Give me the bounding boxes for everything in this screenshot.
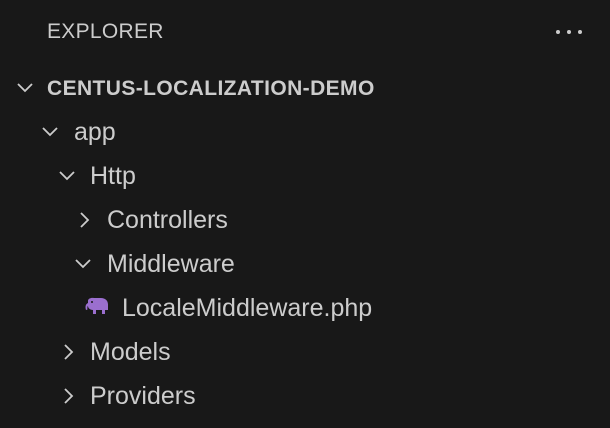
chevron-down-icon — [15, 78, 35, 98]
tree-item-label: Models — [90, 338, 171, 366]
tree-item-models[interactable]: Models — [0, 330, 610, 374]
ellipsis-icon — [567, 30, 571, 34]
php-elephant-icon — [84, 297, 110, 317]
tree-item-label: app — [74, 118, 116, 146]
explorer-panel: EXPLORER CENTUS-LOCALIZATION-DEMO app Ht… — [0, 0, 610, 428]
chevron-right-icon — [58, 386, 78, 406]
tree-item-middleware[interactable]: Middleware — [0, 242, 610, 286]
tree-item-label: CENTUS-LOCALIZATION-DEMO — [47, 77, 375, 100]
tree-item-app[interactable]: app — [0, 110, 610, 154]
tree-item-http[interactable]: Http — [0, 154, 610, 198]
tree-item-providers[interactable]: Providers — [0, 374, 610, 418]
tree-item-label: LocaleMiddleware.php — [122, 294, 373, 322]
more-actions-button[interactable] — [552, 20, 588, 44]
tree-item-label: Controllers — [107, 206, 228, 234]
ellipsis-icon — [578, 30, 582, 34]
explorer-title: EXPLORER — [47, 20, 164, 43]
explorer-header: EXPLORER — [0, 0, 610, 64]
tree-item-controllers[interactable]: Controllers — [0, 198, 610, 242]
chevron-right-icon — [58, 342, 78, 362]
tree-item-label: Middleware — [107, 250, 235, 278]
ellipsis-icon — [556, 30, 560, 34]
tree-item-label: Providers — [90, 382, 196, 410]
tree-item-root[interactable]: CENTUS-LOCALIZATION-DEMO — [0, 66, 610, 110]
chevron-down-icon — [57, 166, 77, 186]
chevron-down-icon — [40, 122, 60, 142]
tree-item-locale-middleware-file[interactable]: LocaleMiddleware.php — [0, 286, 610, 330]
chevron-right-icon — [74, 210, 94, 230]
chevron-down-icon — [73, 254, 93, 274]
tree-item-label: Http — [90, 162, 136, 190]
